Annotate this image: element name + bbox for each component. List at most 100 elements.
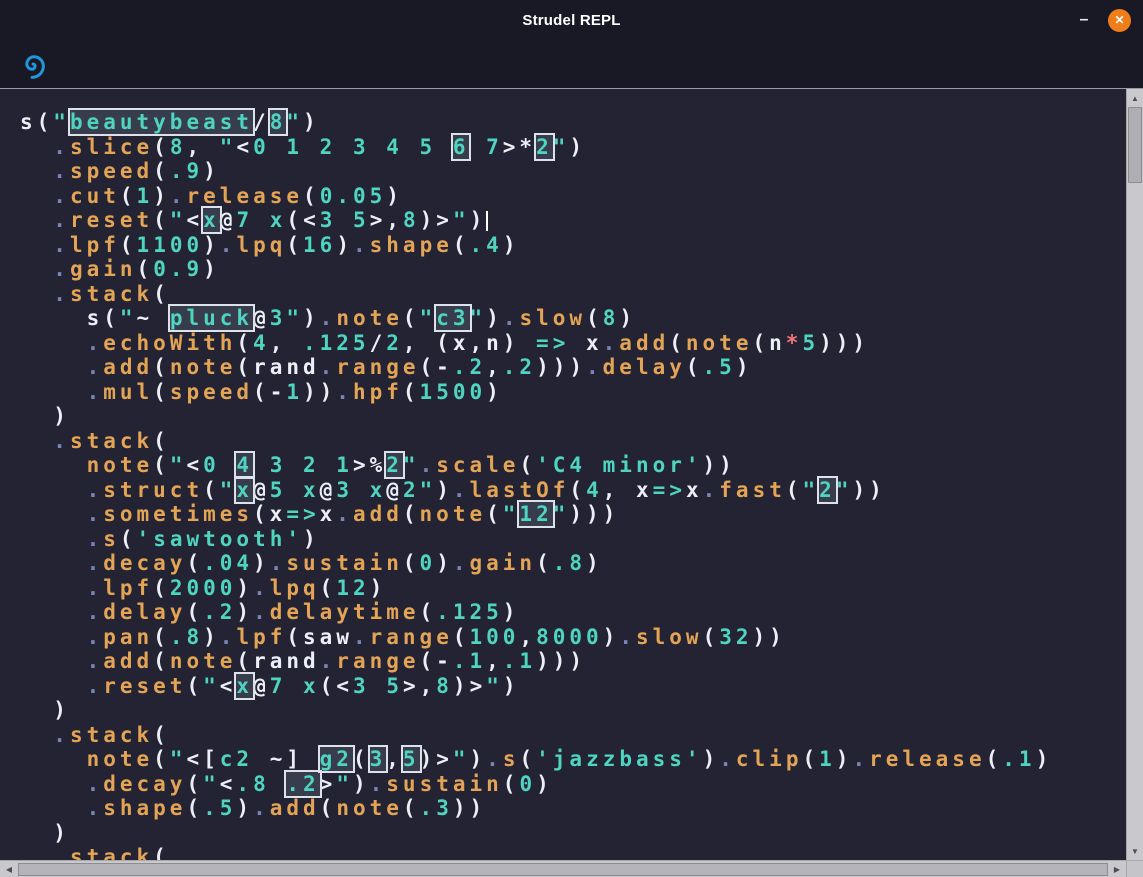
code-token (20, 355, 87, 379)
horizontal-scrollbar-thumb[interactable] (18, 863, 1108, 876)
code-token: gain (470, 551, 537, 575)
code-token: )) (703, 453, 736, 477)
code-token: ) (619, 306, 636, 330)
code-token: . (53, 257, 70, 281)
code-token: )> (420, 747, 453, 771)
code-token: " (120, 306, 137, 330)
code-token: >, (370, 208, 403, 232)
code-token (253, 208, 270, 232)
code-token: . (619, 625, 636, 649)
code-token (20, 845, 53, 860)
code-token: note (336, 306, 403, 330)
code-line: .reset("<x@7 x(<3 5>,8)>") (20, 208, 1052, 233)
code-token: ) (703, 747, 720, 771)
code-token: ) (503, 233, 520, 257)
code-token: note (87, 453, 154, 477)
code-token: ( (236, 649, 253, 673)
code-token: mul (103, 380, 153, 404)
code-token: saw (303, 625, 353, 649)
code-line: .stack( (20, 723, 1052, 748)
code-token: . (453, 551, 470, 575)
close-button[interactable]: ✕ (1108, 9, 1131, 32)
minimize-button[interactable]: – (1076, 15, 1092, 25)
code-line: .pan(.8).lpf(saw.range(100,8000).slow(32… (20, 625, 1052, 650)
code-token: lpf (103, 576, 153, 600)
code-token: ( (153, 625, 170, 649)
code-token: hpf (353, 380, 403, 404)
code-token: ( (153, 208, 170, 232)
scroll-down-arrow-icon[interactable]: ▼ (1127, 843, 1143, 859)
code-token: ( (403, 502, 420, 526)
code-token: . (53, 723, 70, 747)
code-token: . (87, 674, 104, 698)
code-token: (< (286, 208, 319, 232)
scroll-left-arrow-icon[interactable]: ◀ (1, 861, 17, 877)
code-line: .delay(.2).delaytime(.125) (20, 600, 1052, 625)
code-token: 2 (386, 331, 403, 355)
code-token: ( (153, 429, 170, 453)
code-token: s( (87, 306, 120, 330)
code-token: add (103, 355, 153, 379)
code-token: 3 (353, 674, 370, 698)
code-token: ( (569, 478, 586, 502)
code-token (20, 184, 53, 208)
code-token: )) (753, 625, 786, 649)
code-token: lpf (70, 233, 120, 257)
code-token: " (836, 478, 853, 502)
code-token: note (170, 355, 237, 379)
code-line: note("<0 4 3 2 1>%2".scale('C4 minor')) (20, 453, 1052, 478)
code-token: ( (153, 159, 170, 183)
code-token: lpf (236, 625, 286, 649)
code-token: ( (786, 478, 803, 502)
code-token: delay (603, 355, 686, 379)
code-token: < (186, 453, 203, 477)
code-token: ) (203, 625, 220, 649)
code-line: .stack( (20, 429, 1052, 454)
code-token: " (220, 135, 237, 159)
code-token: . (320, 649, 337, 673)
code-token (20, 576, 87, 600)
code-token: stack (70, 282, 153, 306)
code-token: < (220, 772, 237, 796)
code-token: ( (519, 453, 536, 477)
code-token: ) (303, 306, 320, 330)
code-token: , (519, 625, 536, 649)
code-token: . (586, 355, 603, 379)
code-token: ( (420, 600, 437, 624)
code-token: . (170, 184, 187, 208)
vertical-scrollbar[interactable]: ▲ ▼ (1126, 88, 1143, 860)
code-token: ( (153, 135, 170, 159)
code-token: slow (636, 625, 703, 649)
code-token: (x (253, 502, 286, 526)
code-token (469, 135, 486, 159)
code-token: 8 (403, 208, 420, 232)
scroll-up-arrow-icon[interactable]: ▲ (1127, 90, 1143, 106)
code-token: ) (470, 208, 487, 232)
code-token: . (320, 306, 337, 330)
code-token: ) (436, 551, 453, 575)
code-token: ( (703, 625, 720, 649)
code-token: shape (103, 796, 186, 820)
code-token: 16 (303, 233, 336, 257)
code-token (20, 478, 87, 502)
code-token: . (53, 282, 70, 306)
code-line: .decay("<.8 .2>").sustain(0) (20, 772, 1052, 797)
strudel-spiral-logo-icon[interactable] (18, 49, 49, 80)
code-token: stack (70, 429, 153, 453)
code-editor[interactable]: s("beautybeast/8") .slice(8, "<0 1 2 3 4… (0, 88, 1126, 860)
code-token: ( (186, 551, 203, 575)
code-token: ( (303, 184, 320, 208)
scroll-right-arrow-icon[interactable]: ▶ (1109, 861, 1125, 877)
code-token (286, 674, 303, 698)
code-token: delaytime (270, 600, 420, 624)
code-token: s( (20, 110, 53, 134)
code-token: 0 (519, 772, 536, 796)
code-token: lpq (236, 233, 286, 257)
title-bar[interactable]: Strudel REPL – ✕ (0, 0, 1143, 40)
code-token: ( (120, 527, 137, 551)
code-token: range (370, 625, 453, 649)
vertical-scrollbar-thumb[interactable] (1128, 107, 1142, 183)
code-token: . (87, 772, 104, 796)
horizontal-scrollbar[interactable]: ◀ ▶ (0, 860, 1126, 877)
code-token: ) (20, 404, 70, 428)
